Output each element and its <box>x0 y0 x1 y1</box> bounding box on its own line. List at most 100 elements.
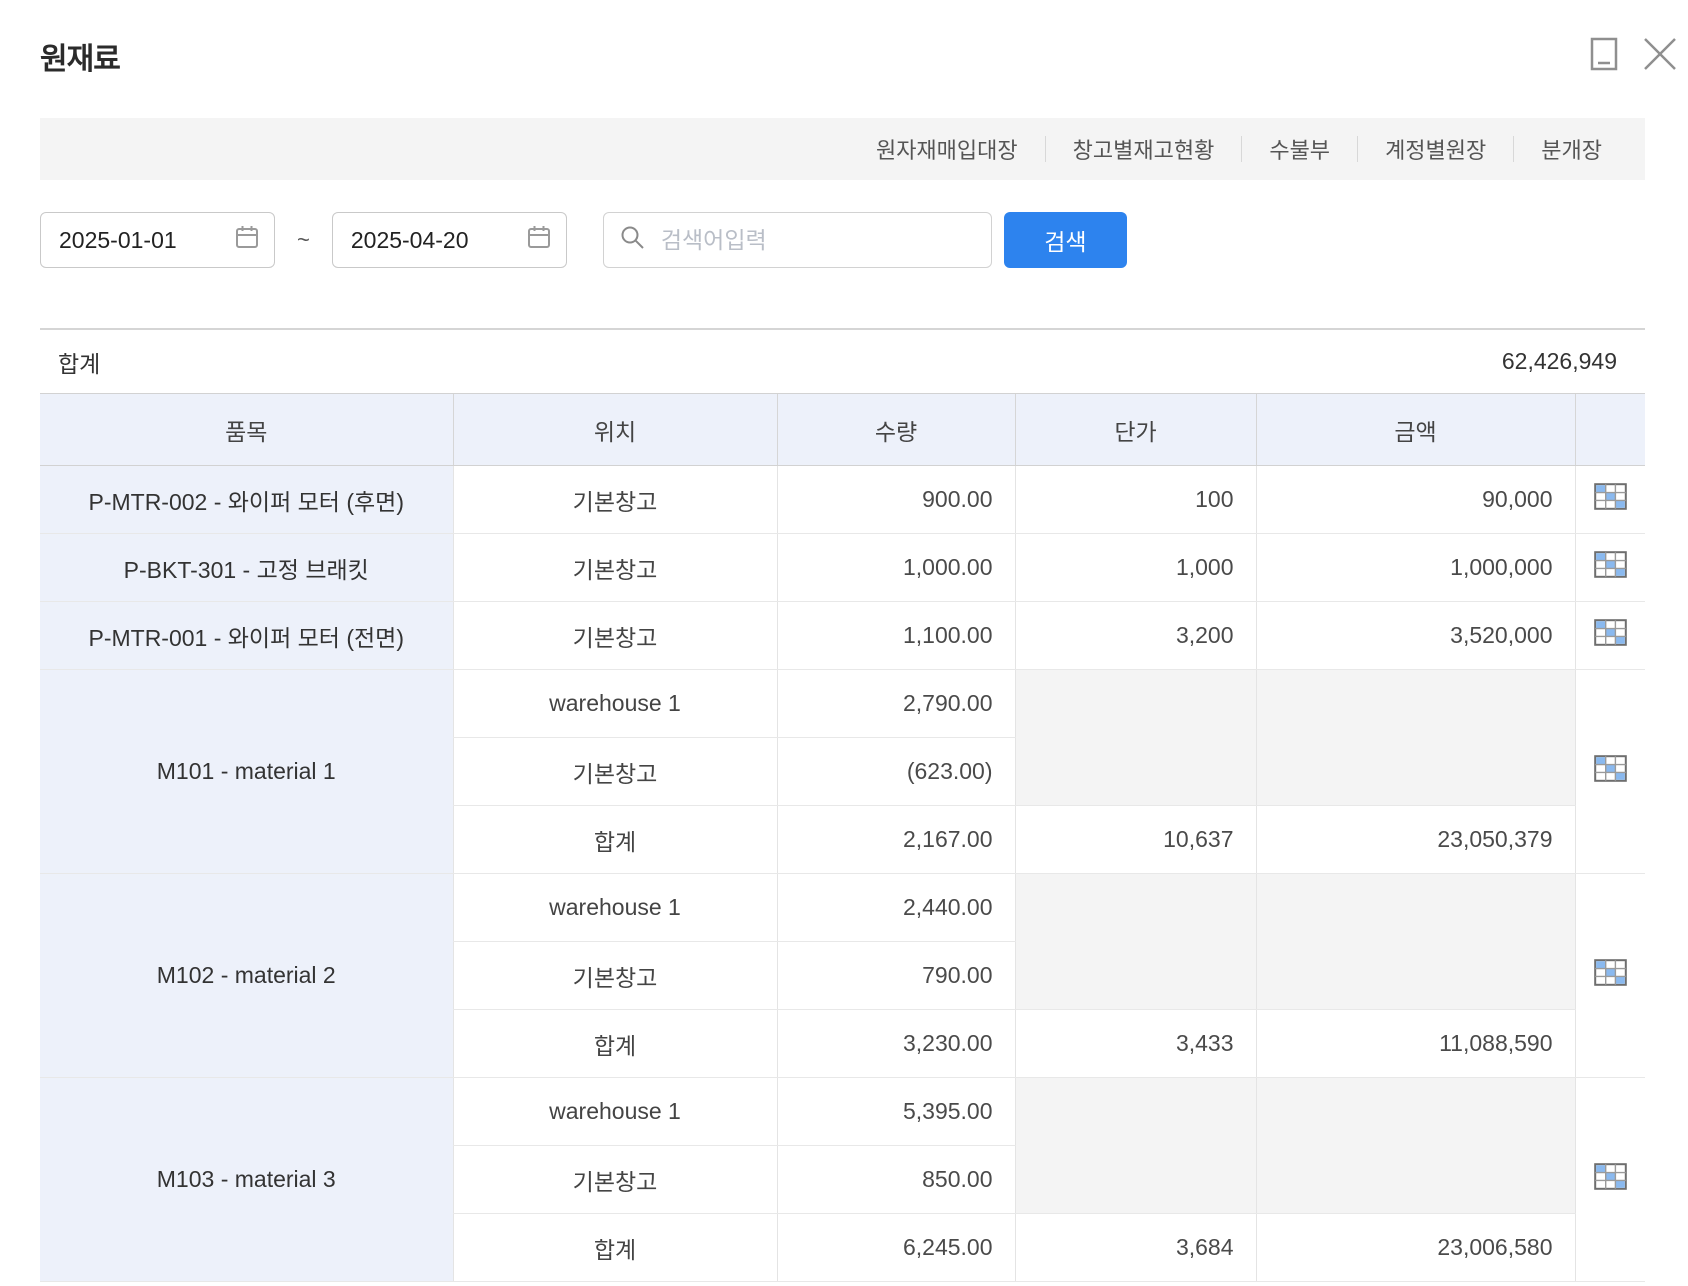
unit-price-empty-cell <box>1014 873 1256 1010</box>
close-button[interactable] <box>1642 36 1678 75</box>
date-range-separator: ~ <box>297 227 310 252</box>
open-detail-grid-button[interactable] <box>1593 959 1627 989</box>
table-row: M101 - material 1 warehouse 1 2,790.00 <box>40 669 1645 874</box>
title-bar: 원재료 <box>40 34 1676 80</box>
location-cell: 기본창고 <box>452 465 777 534</box>
search-icon <box>619 224 646 256</box>
item-cell: M102 - material 2 <box>40 873 453 1078</box>
unit-price-cell: 100 <box>1014 465 1256 534</box>
table-row: P-BKT-301 - 고정 브래킷 기본창고 1,000.00 1,000 1,000… <box>40 533 1645 602</box>
qty-cell: 2,790.00 <box>776 669 1015 738</box>
open-detail-grid-button[interactable] <box>1593 619 1627 646</box>
search-button[interactable]: 검색 <box>1003 212 1127 268</box>
calendar-icon[interactable] <box>234 224 260 256</box>
unit-price-empty-cell <box>1014 1077 1256 1214</box>
materials-table: 품목 위치 수량 단가 금액 P-MTR-002 - 와이퍼 모터 (후면) 기본… <box>40 393 1645 1282</box>
open-detail-grid-button[interactable] <box>1593 483 1627 513</box>
nav-link-journal[interactable]: 분개장 <box>1514 133 1629 165</box>
summary-row: 합계 62,426,949 <box>40 328 1645 393</box>
qty-cell: 2,167.00 <box>776 805 1015 874</box>
row-actions-cell <box>1574 873 1645 1078</box>
calendar-icon[interactable] <box>526 224 552 256</box>
date-to-input[interactable]: 2025-04-20 <box>331 212 567 268</box>
unit-price-cell: 1,000 <box>1014 533 1256 602</box>
unit-price-empty-cell <box>1014 669 1256 806</box>
row-actions-cell <box>1574 465 1645 534</box>
subtotal-label-cell: 합계 <box>452 805 777 874</box>
subtotal-label-cell: 합계 <box>452 1009 777 1078</box>
table-grid-icon <box>1593 755 1627 785</box>
window-controls <box>1590 36 1678 75</box>
item-cell: P-BKT-301 - 고정 브래킷 <box>40 533 453 602</box>
location-cell: warehouse 1 <box>452 1077 777 1146</box>
location-cell: 기본창고 <box>452 1145 777 1214</box>
summary-label: 합계 <box>58 350 101 377</box>
nav-link-stock-by-warehouse[interactable]: 창고별재고현황 <box>1046 133 1242 165</box>
amount-cell: 23,006,580 <box>1255 1213 1575 1282</box>
table-header-row: 품목 위치 수량 단가 금액 <box>40 393 1645 466</box>
item-cell: P-MTR-002 - 와이퍼 모터 (후면) <box>40 465 453 534</box>
search-box <box>602 212 992 268</box>
date-from-value: 2025-01-01 <box>59 226 177 253</box>
amount-empty-cell <box>1255 873 1575 1010</box>
amount-cell: 23,050,379 <box>1255 805 1575 874</box>
raw-materials-window: 원재료 원자재매입대장 창고별재고현황 수불부 계정별원장 분개장 2025-0… <box>0 34 1688 1282</box>
col-header-item: 품목 <box>40 393 453 466</box>
item-cell: M101 - material 1 <box>40 669 453 874</box>
qty-cell: (623.00) <box>776 737 1015 806</box>
minimize-button[interactable] <box>1590 37 1618 74</box>
amount-empty-cell <box>1255 1077 1575 1214</box>
table-grid-icon <box>1593 959 1627 989</box>
table-row: P-MTR-001 - 와이퍼 모터 (전면) 기본창고 1,100.00 3,200… <box>40 601 1645 670</box>
col-header-amount: 금액 <box>1255 393 1575 466</box>
col-header-location: 위치 <box>452 393 777 466</box>
amount-cell: 3,520,000 <box>1255 601 1575 670</box>
table-row: M103 - material 3 warehouse 1 5,395.00 <box>40 1077 1645 1282</box>
close-icon <box>1642 36 1678 75</box>
subtotal-label-cell: 합계 <box>452 1213 777 1282</box>
table-row: M102 - material 2 warehouse 1 2,440.00 <box>40 873 1645 1078</box>
qty-cell: 1,000.00 <box>776 533 1015 602</box>
summary-total: 62,426,949 <box>1501 348 1617 374</box>
location-cell: 기본창고 <box>452 533 777 602</box>
location-cell: 기본창고 <box>452 737 777 806</box>
minimize-icon <box>1590 37 1618 74</box>
row-actions-cell <box>1574 1077 1645 1282</box>
nav-link-purchase-ledger[interactable]: 원자재매입대장 <box>849 133 1045 165</box>
amount-cell: 90,000 <box>1255 465 1575 534</box>
open-detail-grid-button[interactable] <box>1593 755 1627 785</box>
qty-cell: 850.00 <box>776 1145 1015 1214</box>
unit-price-cell: 3,433 <box>1014 1009 1256 1078</box>
qty-cell: 6,245.00 <box>776 1213 1015 1282</box>
table-grid-icon <box>1593 551 1627 581</box>
col-header-qty: 수량 <box>776 393 1015 466</box>
row-actions-cell <box>1574 669 1645 874</box>
qty-cell: 3,230.00 <box>776 1009 1015 1078</box>
table-grid-icon <box>1593 483 1627 513</box>
amount-cell: 11,088,590 <box>1255 1009 1575 1078</box>
location-cell: 기본창고 <box>452 601 777 670</box>
nav-link-account-ledger[interactable]: 계정별원장 <box>1358 133 1513 165</box>
row-actions-cell <box>1574 601 1645 670</box>
amount-empty-cell <box>1255 669 1575 806</box>
table-grid-icon <box>1593 1163 1627 1193</box>
nav-link-receipts-ledger[interactable]: 수불부 <box>1242 133 1357 165</box>
page-title: 원재료 <box>40 43 121 76</box>
qty-cell: 900.00 <box>776 465 1015 534</box>
qty-cell: 2,440.00 <box>776 873 1015 942</box>
item-cell: M103 - material 3 <box>40 1077 453 1282</box>
report-links-bar: 원자재매입대장 창고별재고현황 수불부 계정별원장 분개장 <box>40 118 1645 180</box>
filter-row: 2025-01-01 ~ 2025-04-20 검색어입력 검색 <box>40 212 1645 268</box>
item-cell: P-MTR-001 - 와이퍼 모터 (전면) <box>40 601 453 670</box>
search-input[interactable] <box>658 225 976 255</box>
unit-price-cell: 10,637 <box>1014 805 1256 874</box>
row-actions-cell <box>1574 533 1645 602</box>
col-header-actions <box>1574 393 1645 466</box>
qty-cell: 5,395.00 <box>776 1077 1015 1146</box>
open-detail-grid-button[interactable] <box>1593 551 1627 581</box>
location-cell: warehouse 1 <box>452 669 777 738</box>
open-detail-grid-button[interactable] <box>1593 1163 1627 1193</box>
unit-price-cell: 3,684 <box>1014 1213 1256 1282</box>
unit-price-cell: 3,200 <box>1014 601 1256 670</box>
date-from-input[interactable]: 2025-01-01 <box>40 212 275 268</box>
